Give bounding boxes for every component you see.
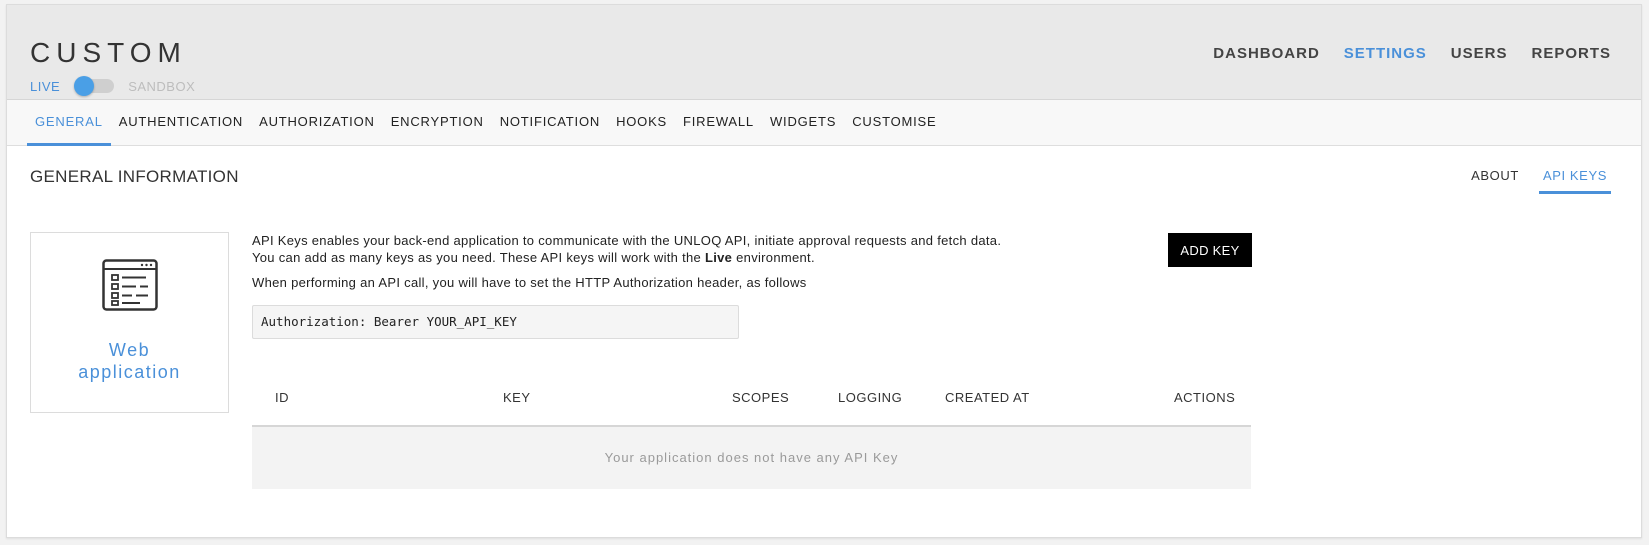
application-type-label: Web application — [31, 339, 228, 383]
desc-line-3: When performing an API call, you will ha… — [252, 275, 807, 290]
application-label-line2: application — [78, 362, 181, 382]
desc-line-2: You can add as many keys as you need. Th… — [252, 249, 1252, 266]
add-key-button[interactable]: ADD KEY — [1168, 233, 1252, 267]
top-nav-users[interactable]: USERS — [1451, 45, 1508, 62]
api-keys-table: ID KEY SCOPES LOGGING CREATED AT ACTIONS… — [252, 377, 1251, 489]
column-header-id[interactable]: ID — [275, 390, 289, 405]
app-header: CUSTOM LIVE SANDBOX DASHBOARD SETTINGS U… — [7, 5, 1641, 100]
tab-about[interactable]: ABOUT — [1467, 160, 1523, 194]
subnav-hooks[interactable]: HOOKS — [608, 100, 675, 146]
api-keys-panel: API Keys enables your back-end applicati… — [252, 232, 1252, 489]
toggle-knob[interactable] — [74, 76, 95, 96]
column-header-key[interactable]: KEY — [503, 390, 531, 405]
subnav-authorization[interactable]: AUTHORIZATION — [251, 100, 383, 146]
empty-table-message: Your application does not have any API K… — [252, 427, 1251, 489]
top-nav-dashboard[interactable]: DASHBOARD — [1213, 45, 1320, 62]
desc-line-2-pre: You can add as many keys as you need. Th… — [252, 250, 705, 265]
authorization-header-sample[interactable]: Authorization: Bearer YOUR_API_KEY — [252, 305, 739, 339]
table-header: ID KEY SCOPES LOGGING CREATED AT ACTIONS — [252, 377, 1251, 427]
env-live-label[interactable]: LIVE — [30, 79, 60, 94]
top-nav: DASHBOARD SETTINGS USERS REPORTS — [1213, 45, 1611, 62]
column-header-created-at[interactable]: CREATED AT — [945, 390, 1030, 405]
application-card: Web application — [30, 232, 229, 413]
tab-api-keys[interactable]: API KEYS — [1538, 160, 1611, 194]
top-nav-reports[interactable]: REPORTS — [1531, 45, 1611, 62]
application-label-line1: Web — [108, 340, 151, 360]
desc-line-2-post: environment. — [732, 250, 815, 265]
column-header-scopes[interactable]: SCOPES — [732, 390, 789, 405]
app-frame: CUSTOM LIVE SANDBOX DASHBOARD SETTINGS U… — [6, 4, 1642, 538]
subnav-notification[interactable]: NOTIFICATION — [492, 100, 608, 146]
subnav-customise[interactable]: CUSTOMISE — [844, 100, 944, 146]
subnav-widgets[interactable]: WIDGETS — [762, 100, 844, 146]
subnav-encryption[interactable]: ENCRYPTION — [383, 100, 492, 146]
column-header-actions[interactable]: ACTIONS — [1174, 390, 1235, 405]
subnav-authentication[interactable]: AUTHENTICATION — [111, 100, 251, 146]
subnav-firewall[interactable]: FIREWALL — [675, 100, 762, 146]
column-header-logging[interactable]: LOGGING — [838, 390, 902, 405]
application-form-icon — [102, 259, 158, 311]
environment-toggle[interactable] — [74, 76, 115, 96]
environment-switch: LIVE SANDBOX — [30, 76, 195, 96]
app-title: CUSTOM — [30, 37, 187, 68]
section-tabs: ABOUT API KEYS — [1467, 160, 1611, 194]
env-sandbox-label[interactable]: SANDBOX — [128, 79, 195, 94]
desc-line-1: API Keys enables your back-end applicati… — [252, 233, 1002, 248]
api-keys-description: API Keys enables your back-end applicati… — [252, 232, 1252, 291]
subnav-general[interactable]: GENERAL — [27, 100, 111, 146]
settings-subnav: GENERAL AUTHENTICATION AUTHORIZATION ENC… — [7, 100, 1641, 146]
live-env-emphasis: Live — [705, 250, 733, 265]
section-title: GENERAL INFORMATION — [30, 167, 239, 186]
top-nav-settings[interactable]: SETTINGS — [1344, 45, 1427, 62]
